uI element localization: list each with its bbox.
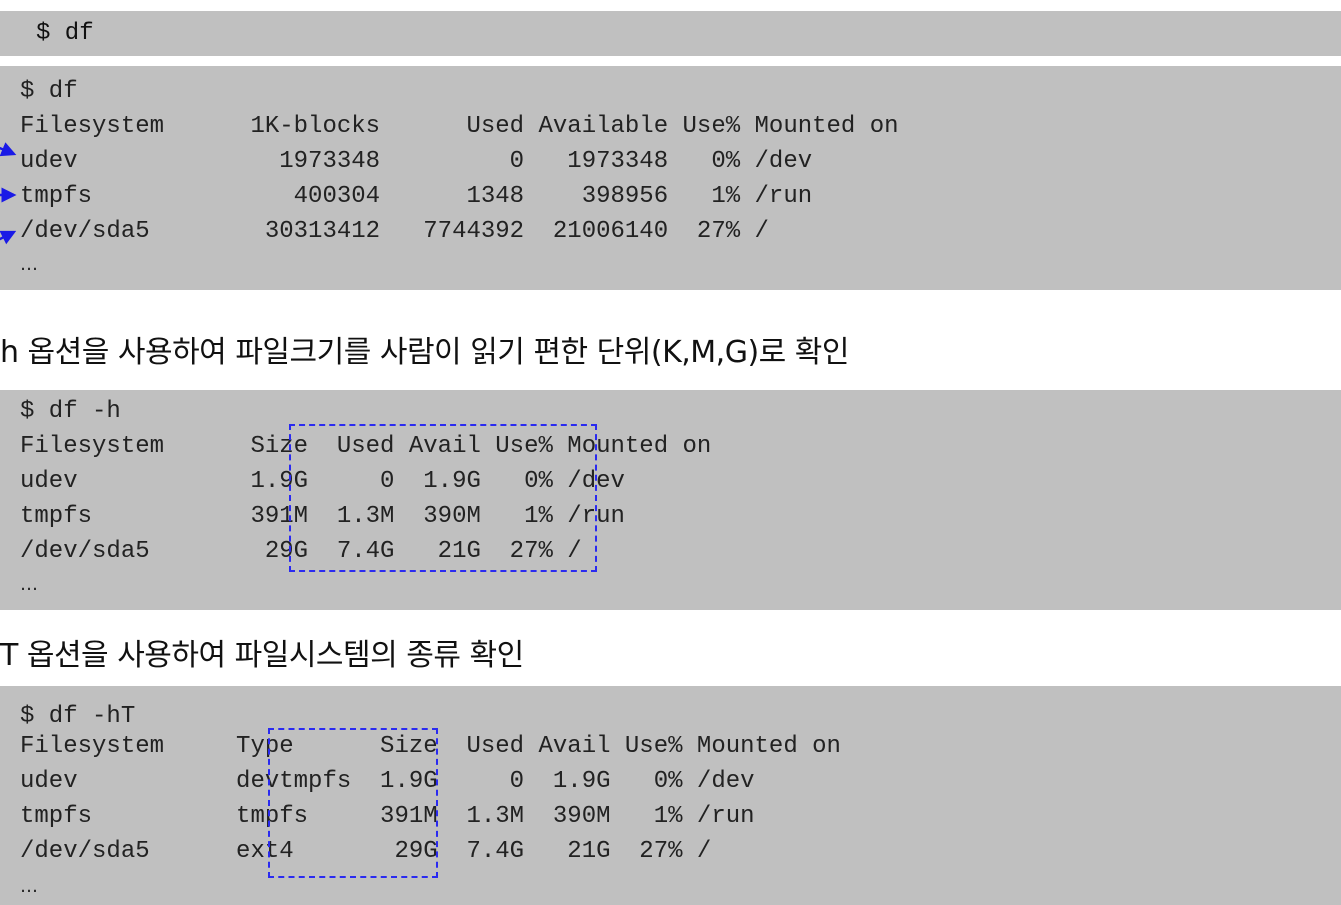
- section-heading-filesystem-type: T 옵션을 사용하여 파일시스템의 종류 확인: [0, 638, 524, 673]
- ellipsis: …: [20, 574, 38, 595]
- terminal-line: Filesystem 1K-blocks Used Available Use%…: [20, 113, 899, 140]
- terminal-block-df: $ df Filesystem 1K-blocks Used Available…: [0, 66, 1341, 290]
- terminal-block-df-h: $ df -h Filesystem Size Used Avail Use% …: [0, 390, 1341, 610]
- highlight-size-columns: [289, 424, 597, 572]
- arrow-icon: [0, 142, 17, 157]
- top-command-text: $ df: [36, 20, 94, 47]
- terminal-line: $ df: [20, 78, 78, 105]
- highlight-type-column: [268, 728, 438, 878]
- section-heading-human-readable: h 옵션을 사용하여 파일크기를 사람이 읽기 편한 단위(K,M,G)로 확인: [0, 335, 850, 370]
- terminal-line: /dev/sda5 30313412 7744392 21006140 27% …: [20, 218, 769, 245]
- ellipsis: …: [20, 254, 38, 275]
- ellipsis: …: [20, 876, 38, 897]
- terminal-line: $ df -h: [20, 398, 121, 425]
- arrow-icon: [0, 230, 17, 245]
- terminal-block-df-ht: $ df -hT Filesystem Type Size Used Avail…: [0, 686, 1341, 905]
- pointer-arrows: [0, 142, 17, 245]
- terminal-line: udev 1973348 0 1973348 0% /dev: [20, 148, 813, 175]
- page: { "top_command": "$ df", "block1": { "li…: [0, 0, 1341, 905]
- terminal-line: tmpfs 400304 1348 398956 1% /run: [20, 183, 813, 210]
- top-command-bar: $ df: [0, 11, 1341, 56]
